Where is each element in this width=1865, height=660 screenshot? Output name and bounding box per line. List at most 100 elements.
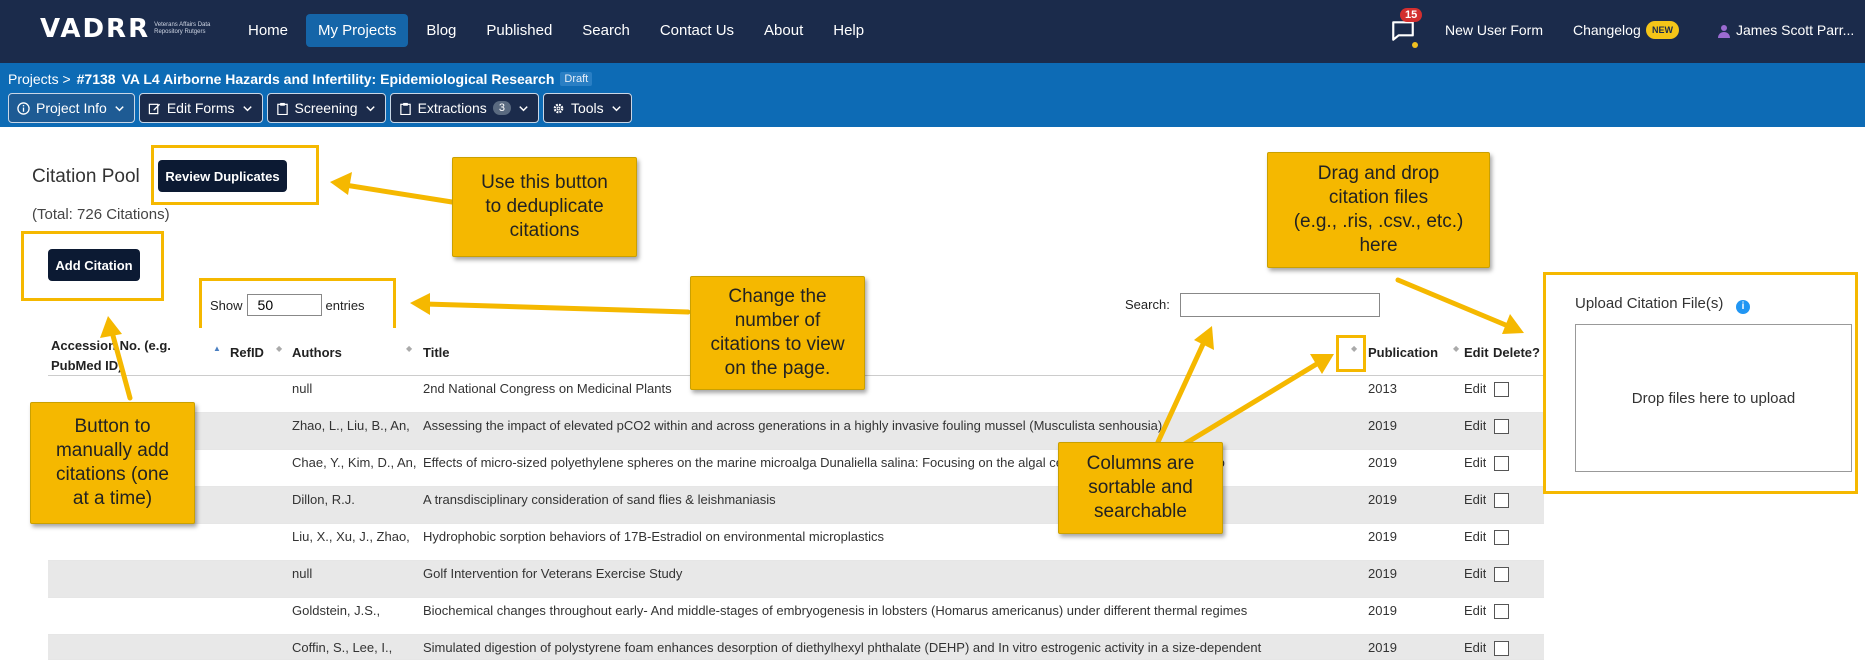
nav-contact-us[interactable]: Contact Us bbox=[648, 14, 746, 47]
chevron-down-icon bbox=[242, 105, 252, 111]
info-icon bbox=[17, 101, 30, 115]
main-nav: Home My Projects Blog Published Search C… bbox=[236, 14, 876, 47]
row-edit-link[interactable]: Edit bbox=[1464, 529, 1486, 544]
row-edit-link[interactable]: Edit bbox=[1464, 640, 1486, 655]
row-year: 2019 bbox=[1368, 566, 1397, 581]
row-delete-checkbox[interactable] bbox=[1494, 419, 1509, 434]
citation-total: (Total: 726 Citations) bbox=[32, 206, 170, 223]
row-year: 2019 bbox=[1368, 640, 1397, 655]
chevron-down-icon bbox=[611, 105, 621, 111]
gear-icon bbox=[553, 103, 564, 113]
status-dot bbox=[1412, 42, 1418, 48]
show-label: Show bbox=[210, 297, 243, 313]
row-delete-checkbox[interactable] bbox=[1494, 567, 1509, 582]
extractions-count-badge: 3 bbox=[492, 101, 511, 115]
row-edit-link[interactable]: Edit bbox=[1464, 455, 1486, 470]
sort-icon[interactable]: ◆ bbox=[1453, 344, 1459, 353]
nav-published[interactable]: Published bbox=[474, 14, 564, 47]
row-delete-checkbox[interactable] bbox=[1494, 382, 1509, 397]
changelog-new-badge: NEW bbox=[1646, 21, 1679, 39]
tab-label: Screening bbox=[294, 100, 358, 116]
row-title: Assessing the impact of elevated pCO2 wi… bbox=[423, 418, 1163, 433]
column-title[interactable]: Title bbox=[423, 345, 450, 360]
nav-help[interactable]: Help bbox=[821, 14, 876, 47]
row-authors: Chae, Y., Kim, D., An, bbox=[292, 455, 417, 470]
row-year: 2019 bbox=[1368, 529, 1397, 544]
table-row: Goldstein, J.S., Biochemical changes thr… bbox=[48, 598, 1544, 635]
row-authors: Dillon, R.J. bbox=[292, 492, 355, 507]
nav-home[interactable]: Home bbox=[236, 14, 300, 47]
callout-deduplicate: Use this button to deduplicate citations bbox=[452, 157, 637, 257]
top-navbar: VADRR Veterans Affairs Data Repository R… bbox=[0, 0, 1865, 63]
callout-sortable: Columns are sortable and searchable bbox=[1058, 442, 1223, 534]
row-edit-link[interactable]: Edit bbox=[1464, 603, 1486, 618]
logo-text: VADRR bbox=[40, 14, 151, 44]
row-edit-link[interactable]: Edit bbox=[1464, 566, 1486, 581]
chevron-down-icon bbox=[519, 105, 528, 111]
tab-tools[interactable]: Tools bbox=[542, 93, 632, 123]
sort-asc-icon[interactable]: ▲ bbox=[213, 344, 221, 353]
table-row: Coffin, S., Lee, I., Simulated digestion… bbox=[48, 635, 1544, 660]
user-menu[interactable]: James Scott Parr... bbox=[1736, 22, 1854, 38]
row-edit-link[interactable]: Edit bbox=[1464, 492, 1486, 507]
info-icon[interactable]: i bbox=[1736, 300, 1750, 314]
tab-label: Extractions bbox=[417, 100, 487, 116]
row-title: Simulated digestion of polystyrene foam … bbox=[423, 640, 1262, 655]
entries-length-control: Show entries bbox=[210, 294, 365, 316]
breadcrumb: Projects > #7138 VA L4 Airborne Hazards … bbox=[8, 71, 593, 87]
table-row: Dillon, R.J. A transdisciplinary conside… bbox=[48, 487, 1544, 524]
row-delete-checkbox[interactable] bbox=[1494, 641, 1509, 656]
page-title: Citation Pool bbox=[32, 166, 140, 187]
notification-badge: 15 bbox=[1400, 8, 1423, 22]
entries-label: entries bbox=[325, 297, 365, 313]
file-dropzone[interactable]: Drop files here to upload bbox=[1575, 324, 1852, 472]
row-delete-checkbox[interactable] bbox=[1494, 604, 1509, 619]
tab-screening[interactable]: Screening bbox=[266, 93, 386, 123]
row-edit-link[interactable]: Edit bbox=[1464, 381, 1486, 396]
row-year: 2019 bbox=[1368, 603, 1397, 618]
table-row: Chae, Y., Kim, D., An, Effects of micro-… bbox=[48, 450, 1544, 487]
nav-search[interactable]: Search bbox=[570, 14, 642, 47]
vadrr-logo[interactable]: VADRR Veterans Affairs Data Repository R… bbox=[40, 14, 214, 44]
column-refid[interactable]: RefID bbox=[230, 345, 264, 360]
row-delete-checkbox[interactable] bbox=[1494, 456, 1509, 471]
tab-extractions[interactable]: Extractions 3 bbox=[389, 93, 539, 123]
tab-project-info[interactable]: Project Info bbox=[8, 93, 135, 123]
search-label: Search: bbox=[1125, 297, 1170, 312]
search-input[interactable] bbox=[1180, 293, 1380, 317]
draft-badge: Draft bbox=[560, 72, 593, 86]
user-icon bbox=[1718, 25, 1730, 38]
row-authors: Goldstein, J.S., bbox=[292, 603, 381, 618]
column-accession[interactable]: Accession No. (e.g. PubMed ID) bbox=[51, 336, 201, 376]
table-row: Liu, X., Xu, J., Zhao, Hydrophobic sorpt… bbox=[48, 524, 1544, 561]
nav-my-projects[interactable]: My Projects bbox=[306, 14, 409, 47]
changelog-link[interactable]: Changelog bbox=[1573, 22, 1641, 38]
project-tabs: Project Info Edit Forms Screening Extrac… bbox=[8, 93, 632, 123]
new-user-form-link[interactable]: New User Form bbox=[1445, 22, 1543, 38]
sort-icon[interactable]: ◆ bbox=[276, 344, 282, 353]
callout-drag-drop: Drag and drop citation files (e.g., .ris… bbox=[1267, 152, 1490, 268]
table-row: null Golf Intervention for Veterans Exer… bbox=[48, 561, 1544, 598]
sort-column-highlight bbox=[1336, 335, 1366, 372]
row-authors: Zhao, L., Liu, B., An, bbox=[292, 418, 410, 433]
nav-blog[interactable]: Blog bbox=[414, 14, 468, 47]
chevron-down-icon bbox=[115, 105, 124, 111]
add-citation-button[interactable]: Add Citation bbox=[48, 249, 140, 281]
column-authors[interactable]: Authors bbox=[292, 345, 342, 360]
nav-about[interactable]: About bbox=[752, 14, 815, 47]
chevron-down-icon bbox=[365, 105, 375, 111]
tab-edit-forms[interactable]: Edit Forms bbox=[138, 93, 263, 123]
callout-entries: Change the number of citations to view o… bbox=[690, 276, 865, 390]
row-edit-link[interactable]: Edit bbox=[1464, 418, 1486, 433]
entries-count-select[interactable] bbox=[246, 294, 322, 316]
clipboard-icon bbox=[399, 102, 411, 115]
review-duplicates-button[interactable]: Review Duplicates bbox=[158, 160, 287, 192]
column-publication[interactable]: Publication bbox=[1368, 345, 1438, 360]
row-delete-checkbox[interactable] bbox=[1494, 493, 1509, 508]
row-year: 2019 bbox=[1368, 455, 1397, 470]
sort-icon[interactable]: ◆ bbox=[406, 344, 412, 353]
tab-label: Edit Forms bbox=[166, 100, 235, 116]
breadcrumb-projects[interactable]: Projects > bbox=[8, 71, 71, 87]
row-year: 2019 bbox=[1368, 492, 1397, 507]
row-delete-checkbox[interactable] bbox=[1494, 530, 1509, 545]
